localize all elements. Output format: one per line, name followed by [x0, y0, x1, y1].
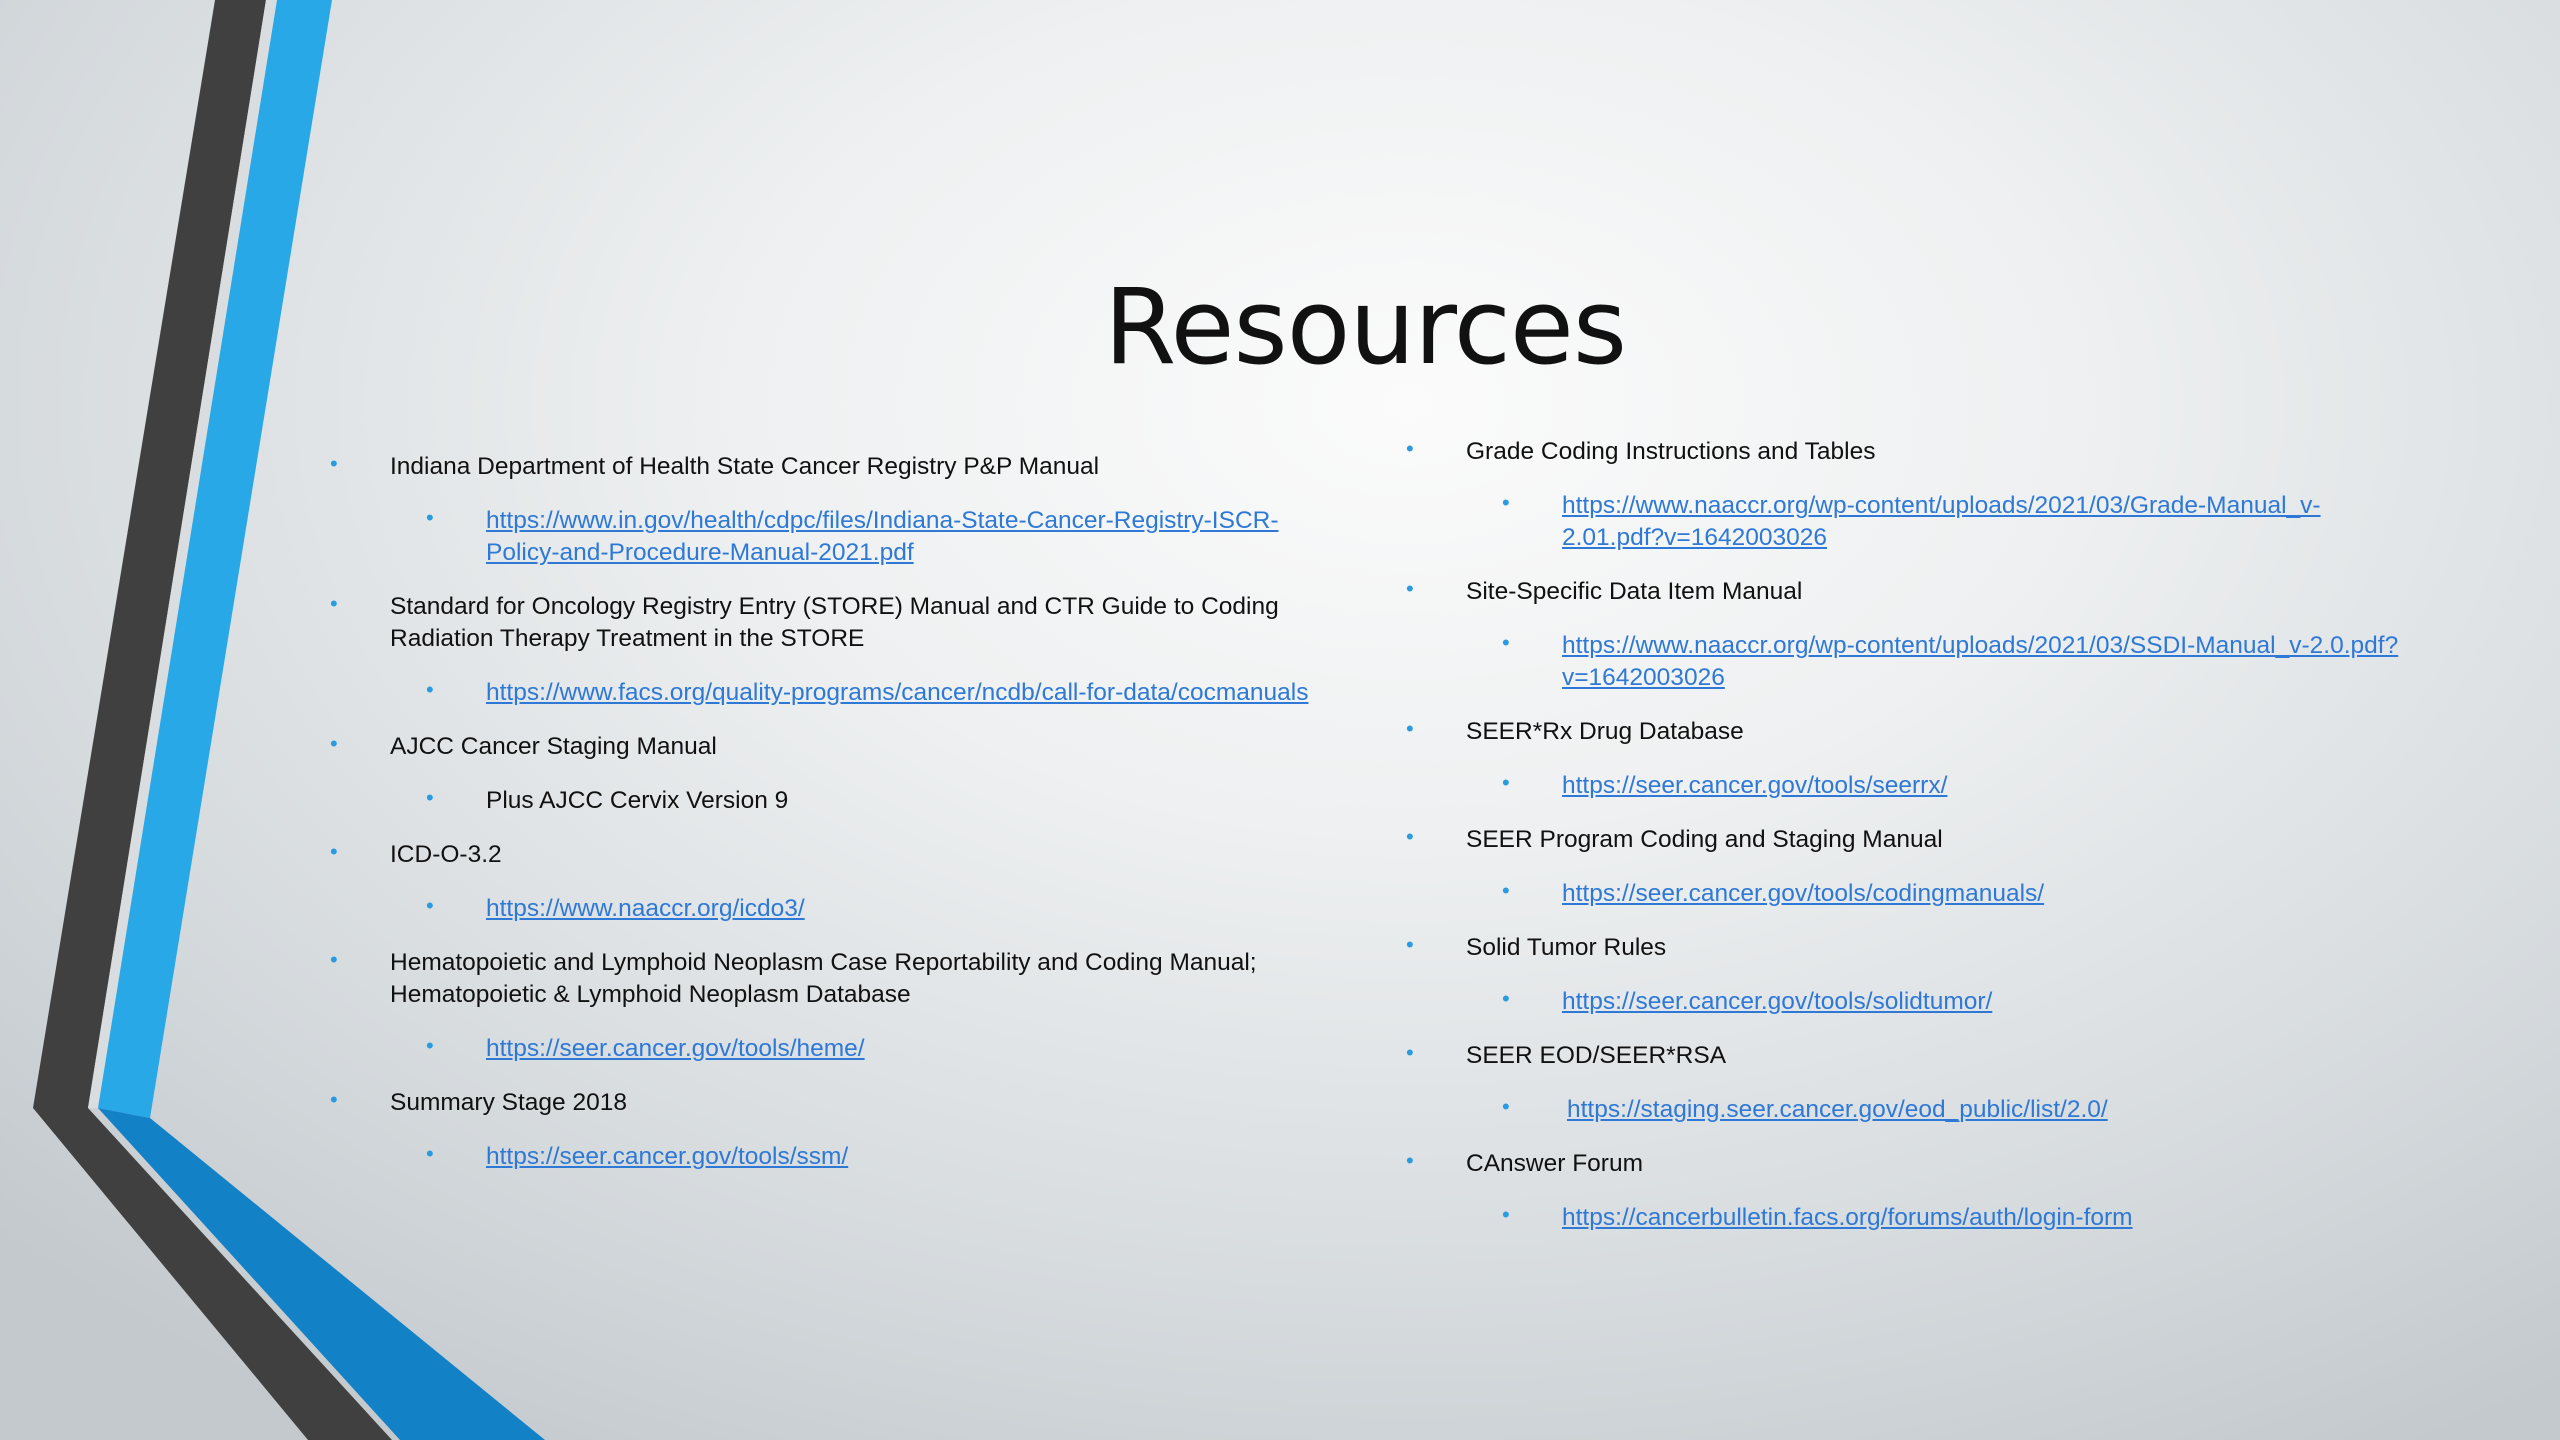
- bullet-icon: •: [1502, 1094, 1510, 1119]
- resource-sub-item: • https://seer.cancer.gov/tools/seerrx/: [1502, 770, 2406, 802]
- bullet-icon: •: [1502, 770, 1510, 795]
- resource-item: • Grade Coding Instructions and Tables •…: [1406, 436, 2406, 554]
- bullet-icon: •: [1406, 932, 1414, 957]
- resource-sub-item: • https://www.naaccr.org/wp-content/uplo…: [1502, 630, 2406, 694]
- bullet-icon: •: [330, 451, 338, 476]
- resource-item: • Indiana Department of Health State Can…: [330, 451, 1330, 569]
- resource-item: • AJCC Cancer Staging Manual • Plus AJCC…: [330, 731, 1330, 817]
- bullet-icon: •: [426, 677, 434, 702]
- resource-link[interactable]: https://seer.cancer.gov/tools/codingmanu…: [1562, 880, 2044, 907]
- resources-list-left: • Indiana Department of Health State Can…: [330, 451, 1330, 1195]
- bullet-icon: •: [1502, 490, 1510, 515]
- resource-sub-item: • https://staging.seer.cancer.gov/eod_pu…: [1502, 1094, 2406, 1126]
- resource-item: • Solid Tumor Rules • https://seer.cance…: [1406, 932, 2406, 1018]
- resource-label: Grade Coding Instructions and Tables: [1466, 438, 1876, 465]
- bullet-icon: •: [330, 947, 338, 972]
- bullet-icon: •: [426, 1033, 434, 1058]
- resource-label: Summary Stage 2018: [390, 1089, 627, 1116]
- resource-sub-item: • https://www.facs.org/quality-programs/…: [426, 677, 1330, 709]
- resource-sub-item: • https://seer.cancer.gov/tools/ssm/: [426, 1141, 1330, 1173]
- resource-item: • ICD-O-3.2 • https://www.naaccr.org/icd…: [330, 839, 1330, 925]
- resource-label: ICD-O-3.2: [390, 841, 502, 868]
- bullet-icon: •: [1502, 878, 1510, 903]
- resource-label: Indiana Department of Health State Cance…: [390, 453, 1100, 480]
- decor-gray-stripe-upper: [33, 0, 266, 1108]
- resource-label: Hematopoietic and Lymphoid Neoplasm Case…: [390, 949, 1257, 1008]
- resource-sub-item: • https://www.in.gov/health/cdpc/files/I…: [426, 505, 1330, 569]
- resource-link[interactable]: https://www.facs.org/quality-programs/ca…: [486, 679, 1308, 706]
- bullet-icon: •: [1406, 1040, 1414, 1065]
- resource-link[interactable]: https://staging.seer.cancer.gov/eod_publ…: [1562, 1096, 2108, 1123]
- resource-sub-item: • https://www.naaccr.org/icdo3/: [426, 893, 1330, 925]
- resource-link[interactable]: https://seer.cancer.gov/tools/solidtumor…: [1562, 988, 1992, 1015]
- resource-sub-item: • https://seer.cancer.gov/tools/solidtum…: [1502, 986, 2406, 1018]
- resource-label: Standard for Oncology Registry Entry (ST…: [390, 593, 1279, 652]
- bullet-icon: •: [330, 1087, 338, 1112]
- resource-item: • Hematopoietic and Lymphoid Neoplasm Ca…: [330, 947, 1330, 1065]
- resources-list-right: • Grade Coding Instructions and Tables •…: [1406, 436, 2406, 1256]
- resource-label: CAnswer Forum: [1466, 1150, 1643, 1177]
- bullet-icon: •: [330, 839, 338, 864]
- resource-sub-item: • https://www.naaccr.org/wp-content/uplo…: [1502, 490, 2406, 554]
- bullet-icon: •: [426, 785, 434, 810]
- bullet-icon: •: [1502, 1202, 1510, 1227]
- resource-item: • Site-Specific Data Item Manual • https…: [1406, 576, 2406, 694]
- resource-label: SEER EOD/SEER*RSA: [1466, 1042, 1727, 1069]
- resource-label: AJCC Cancer Staging Manual: [390, 733, 717, 760]
- resource-link[interactable]: https://seer.cancer.gov/tools/seerrx/: [1562, 772, 1947, 799]
- bullet-icon: •: [330, 731, 338, 756]
- slide-title: Resources: [1103, 266, 1627, 388]
- bullet-icon: •: [1406, 576, 1414, 601]
- bullet-icon: •: [1406, 1148, 1414, 1173]
- resource-item: • SEER EOD/SEER*RSA • https://staging.se…: [1406, 1040, 2406, 1126]
- resource-note: Plus AJCC Cervix Version 9: [486, 787, 789, 814]
- resource-link[interactable]: https://www.naaccr.org/wp-content/upload…: [1562, 632, 2398, 691]
- resource-label: Site-Specific Data Item Manual: [1466, 578, 1803, 605]
- bullet-icon: •: [1502, 630, 1510, 655]
- decor-light-stripe-upper: [88, 0, 277, 1108]
- resource-link[interactable]: https://www.naaccr.org/wp-content/upload…: [1562, 492, 2321, 551]
- bullet-icon: •: [426, 893, 434, 918]
- resource-item: • Standard for Oncology Registry Entry (…: [330, 591, 1330, 709]
- resource-link[interactable]: https://seer.cancer.gov/tools/heme/: [486, 1035, 865, 1062]
- resource-sub-item: • https://cancerbulletin.facs.org/forums…: [1502, 1202, 2406, 1234]
- resource-item: • CAnswer Forum • https://cancerbulletin…: [1406, 1148, 2406, 1234]
- resource-link[interactable]: https://seer.cancer.gov/tools/ssm/: [486, 1143, 848, 1170]
- bullet-icon: •: [1406, 716, 1414, 741]
- resource-link[interactable]: https://www.naaccr.org/icdo3/: [486, 895, 805, 922]
- bullet-icon: •: [1406, 824, 1414, 849]
- resource-label: SEER*Rx Drug Database: [1466, 718, 1744, 745]
- resource-item: • SEER Program Coding and Staging Manual…: [1406, 824, 2406, 910]
- bullet-icon: •: [426, 1141, 434, 1166]
- resource-link[interactable]: https://cancerbulletin.facs.org/forums/a…: [1562, 1204, 2133, 1231]
- resource-sub-item: • Plus AJCC Cervix Version 9: [426, 785, 1330, 817]
- bullet-icon: •: [1502, 986, 1510, 1011]
- resource-label: SEER Program Coding and Staging Manual: [1466, 826, 1943, 853]
- bullet-icon: •: [330, 591, 338, 616]
- resource-sub-item: • https://seer.cancer.gov/tools/codingma…: [1502, 878, 2406, 910]
- bullet-icon: •: [426, 505, 434, 530]
- resource-sub-item: • https://seer.cancer.gov/tools/heme/: [426, 1033, 1330, 1065]
- resource-item: • SEER*Rx Drug Database • https://seer.c…: [1406, 716, 2406, 802]
- bullet-icon: •: [1406, 436, 1414, 461]
- resource-item: • Summary Stage 2018 • https://seer.canc…: [330, 1087, 1330, 1173]
- resource-label: Solid Tumor Rules: [1466, 934, 1667, 961]
- decor-blue-stripe-upper: [98, 0, 332, 1118]
- resource-link[interactable]: https://www.in.gov/health/cdpc/files/Ind…: [486, 507, 1279, 566]
